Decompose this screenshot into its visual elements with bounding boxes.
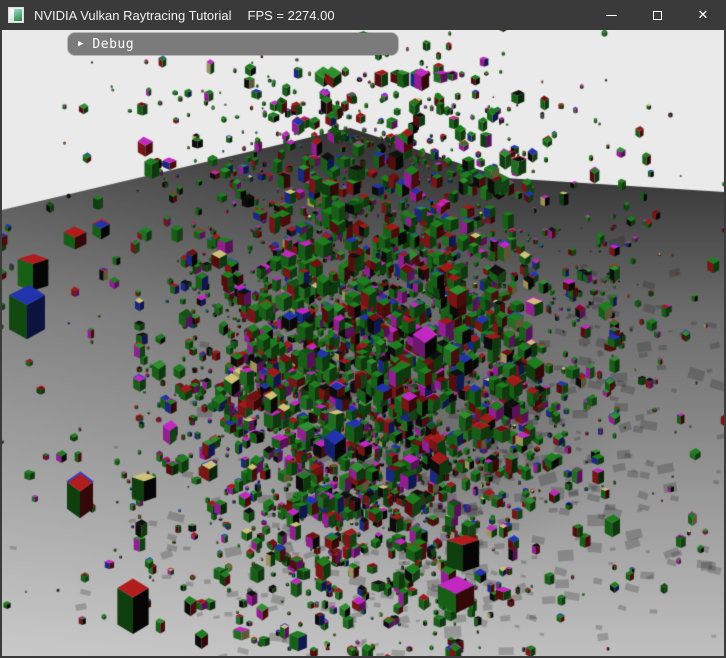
minimize-button[interactable] (588, 0, 634, 30)
render-viewport: ▶ Debug (0, 30, 726, 658)
app-icon-pane (13, 9, 22, 21)
app-icon-strip (10, 9, 14, 21)
debug-header-label: Debug (92, 37, 134, 52)
title-bar: NVIDIA Vulkan Raytracing Tutorial FPS = … (0, 0, 726, 30)
close-icon: ✕ (698, 9, 709, 22)
caption-buttons: ✕ (588, 0, 726, 30)
debug-collapsing-header[interactable]: ▶ Debug (68, 33, 398, 55)
chevron-right-icon: ▶ (78, 40, 83, 49)
close-button[interactable]: ✕ (680, 0, 726, 30)
minimize-icon (606, 15, 617, 16)
app-icon[interactable] (8, 7, 24, 23)
maximize-icon (653, 11, 662, 20)
window-title: NVIDIA Vulkan Raytracing Tutorial (34, 8, 232, 23)
raytraced-scene-canvas[interactable] (2, 30, 724, 656)
fps-counter: FPS = 2274.00 (248, 8, 335, 23)
app-window: NVIDIA Vulkan Raytracing Tutorial FPS = … (0, 0, 726, 658)
maximize-button[interactable] (634, 0, 680, 30)
